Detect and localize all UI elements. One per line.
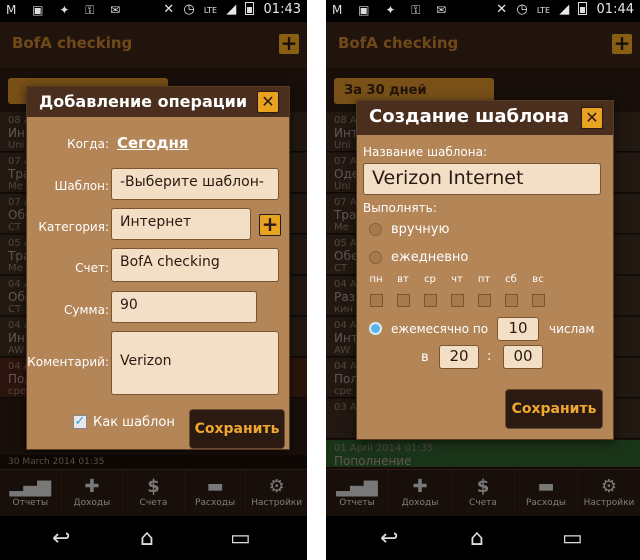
monthly-radio[interactable] xyxy=(369,322,382,335)
template-select[interactable]: -Выберите шаблон- xyxy=(111,168,279,200)
mute-icon: ✕ xyxy=(163,2,175,17)
template-name-input[interactable]: Verizon Internet xyxy=(363,163,601,195)
category-select[interactable]: Интернет xyxy=(111,208,251,240)
account-select[interactable]: BofA checking xyxy=(111,248,279,282)
back-icon[interactable]: ↩ xyxy=(380,526,398,551)
dialog-title: Создание шаблона xyxy=(369,106,570,127)
day-checkbox-mon[interactable] xyxy=(370,294,383,307)
screen-create-template: M ▣ ✦ ⚿ ✉ ✕ ◷ LTE ◢ 01:44 BofA checking … xyxy=(326,0,640,560)
category-label: Категория: xyxy=(38,220,109,234)
minute-input[interactable]: 00 xyxy=(503,345,543,369)
execute-label: Выполнять: xyxy=(363,201,437,215)
day-checkbox-thu[interactable] xyxy=(451,294,464,307)
when-date-link[interactable]: Сегодня xyxy=(117,134,188,152)
mute-icon: ✕ xyxy=(496,2,508,17)
as-template-checkbox[interactable]: ✓ xyxy=(73,415,87,429)
clock: 01:44 xyxy=(596,2,634,17)
day-label-sat: сб xyxy=(505,274,517,285)
close-icon: ✕ xyxy=(261,92,275,111)
day-checkbox-fri[interactable] xyxy=(478,294,491,307)
monthly-day-input[interactable]: 10 xyxy=(497,317,539,341)
recents-icon[interactable]: ▭ xyxy=(562,526,583,551)
daily-label: ежедневно xyxy=(391,250,469,265)
recents-icon[interactable]: ▭ xyxy=(230,526,251,551)
home-icon[interactable]: ⌂ xyxy=(470,526,484,551)
close-icon: ✕ xyxy=(585,108,599,127)
daily-radio[interactable] xyxy=(369,251,382,264)
day-label-thu: чт xyxy=(451,274,463,285)
system-nav-bar: ↩ ⌂ ▭ xyxy=(326,516,640,560)
alarm-icon: ◷ xyxy=(183,2,195,17)
signal-icon: ◢ xyxy=(226,2,237,17)
status-bar: M ▣ ✦ ⚿ ✉ ✕ ◷ LTE ◢ 01:44 xyxy=(326,0,640,22)
day-label-fri: пт xyxy=(477,274,491,285)
at-label: в xyxy=(421,350,429,365)
day-checkbox-wed[interactable] xyxy=(424,294,437,307)
amount-label: Сумма: xyxy=(64,303,109,317)
template-name-label: Название шаблона: xyxy=(363,145,488,159)
clock: 01:43 xyxy=(263,2,301,17)
alarm-icon: ◷ xyxy=(516,2,528,17)
create-template-dialog: Создание шаблона ✕ Название шаблона: Ver… xyxy=(356,100,614,440)
account-label: Счет: xyxy=(75,261,109,275)
template-label: Шаблон: xyxy=(54,179,110,193)
save-button[interactable]: Сохранить xyxy=(505,389,603,429)
close-button[interactable]: ✕ xyxy=(257,91,279,113)
status-bar: M ▣ ✦ ⚿ ✉ ✕ ◷ LTE ◢ 01:43 xyxy=(0,0,307,22)
day-label-tue: вт xyxy=(397,274,409,285)
add-category-button[interactable]: + xyxy=(259,214,281,236)
notification-icons: M ▣ ✦ ⚿ ✉ xyxy=(332,3,453,17)
monthly-suffix-label: числам xyxy=(549,322,595,336)
network-label: LTE xyxy=(203,6,218,15)
add-operation-dialog: Добавление операции ✕ Когда: Сегодня Шаб… xyxy=(26,86,290,450)
hour-input[interactable]: 20 xyxy=(439,345,479,369)
close-button[interactable]: ✕ xyxy=(581,107,603,129)
manual-radio[interactable] xyxy=(369,223,382,236)
back-icon[interactable]: ↩ xyxy=(52,526,70,551)
monthly-prefix-label: ежемесячно по xyxy=(391,322,489,336)
day-checkbox-sat[interactable] xyxy=(505,294,518,307)
screen-add-operation: M ▣ ✦ ⚿ ✉ ✕ ◷ LTE ◢ 01:43 BofA checking … xyxy=(0,0,307,560)
day-label-mon: пн xyxy=(369,274,383,285)
comment-input[interactable]: Verizon xyxy=(111,331,279,395)
dialog-title: Добавление операции xyxy=(39,92,248,111)
day-label-sun: вс xyxy=(532,274,544,285)
day-checkbox-tue[interactable] xyxy=(397,294,410,307)
manual-label: вручную xyxy=(391,222,450,237)
as-template-label: Как шаблон xyxy=(93,415,175,430)
home-icon[interactable]: ⌂ xyxy=(140,526,154,551)
amount-input[interactable]: 90 xyxy=(111,291,257,323)
system-nav-bar: ↩ ⌂ ▭ xyxy=(0,516,307,560)
signal-icon: ◢ xyxy=(559,2,570,17)
day-checkbox-sun[interactable] xyxy=(532,294,545,307)
dialog-header: Создание шаблона ✕ xyxy=(357,101,613,135)
when-label: Когда: xyxy=(67,137,109,151)
network-label: LTE xyxy=(536,6,551,15)
save-button[interactable]: Сохранить xyxy=(189,409,285,449)
dialog-header: Добавление операции ✕ xyxy=(27,87,289,117)
comment-label: Коментарий: xyxy=(27,355,109,369)
time-separator: : xyxy=(487,349,492,364)
day-label-wed: ср xyxy=(424,274,436,285)
battery-icon xyxy=(245,2,255,15)
notification-icons: M ▣ ✦ ⚿ ✉ xyxy=(6,3,127,17)
battery-icon xyxy=(578,2,588,15)
